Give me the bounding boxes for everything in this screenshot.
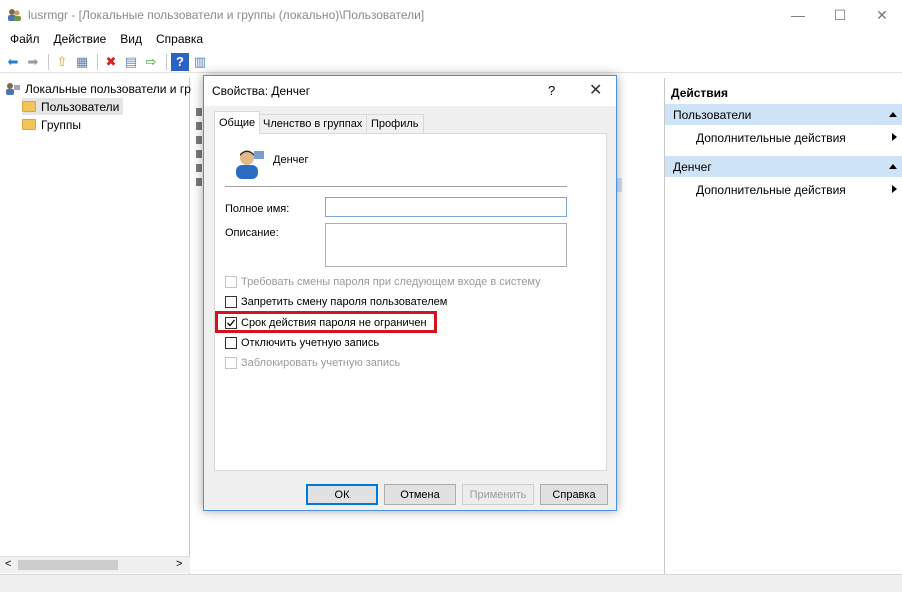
- dialog-title: Свойства: Денчег: [212, 84, 311, 98]
- collapse-icon[interactable]: [889, 112, 897, 117]
- toolbar-divider: [166, 53, 167, 70]
- full-name-label: Полное имя:: [225, 203, 290, 215]
- description-label: Описание:: [225, 227, 279, 239]
- tree-root[interactable]: Локальные пользователи и гр: [5, 80, 191, 97]
- show-hide-tree-icon[interactable]: ▦: [73, 53, 91, 71]
- app-users-icon: [8, 9, 21, 21]
- actions-section-users[interactable]: Пользователи: [665, 104, 902, 125]
- full-name-field[interactable]: [325, 197, 567, 217]
- menu-help[interactable]: Справка: [149, 30, 210, 50]
- scrollbar-thumb[interactable]: [18, 560, 118, 570]
- action-pane-icon[interactable]: ▥: [191, 53, 209, 71]
- properties-dialog: Свойства: Денчег ? ✕ Общие Членство в гр…: [203, 75, 617, 511]
- submenu-arrow-icon: [892, 133, 897, 141]
- tab-profile[interactable]: Профиль: [366, 114, 424, 133]
- dialog-help-button[interactable]: ?: [548, 83, 555, 98]
- status-bar: [0, 574, 902, 592]
- forward-arrow-icon[interactable]: ➡: [24, 53, 42, 71]
- checkbox-label: Запретить смену пароля пользователем: [241, 296, 448, 308]
- folder-icon: [22, 101, 36, 112]
- close-button[interactable]: ✕: [860, 0, 902, 30]
- collapse-icon[interactable]: [889, 164, 897, 169]
- title-bar: lusrmgr - [Локальные пользователи и груп…: [0, 0, 902, 30]
- properties-icon[interactable]: ▤: [122, 53, 140, 71]
- menu-view[interactable]: Вид: [113, 30, 149, 50]
- actions-header: Действия: [671, 86, 729, 100]
- tab-panel-general: Денчег Полное имя: Описание: Требовать с…: [214, 133, 607, 471]
- tree-item-label: Пользователи: [41, 99, 120, 114]
- user-name: Денчег: [273, 154, 309, 166]
- up-folder-icon[interactable]: ⇧: [53, 53, 71, 71]
- actions-section-label: Пользователи: [673, 108, 752, 122]
- help-icon[interactable]: ?: [171, 52, 189, 71]
- checkbox-box[interactable]: [225, 296, 237, 308]
- apply-button[interactable]: Применить: [462, 484, 534, 505]
- checkbox-box[interactable]: [225, 337, 237, 349]
- submenu-arrow-icon: [892, 185, 897, 193]
- export-list-icon[interactable]: ⇨: [142, 53, 160, 71]
- menu-bar: Файл Действие Вид Справка: [0, 30, 902, 50]
- menu-file[interactable]: Файл: [0, 30, 47, 50]
- help-button[interactable]: Справка: [540, 484, 608, 505]
- actions-item-label: Дополнительные действия: [696, 183, 846, 197]
- list-user-icons: [196, 108, 202, 188]
- back-arrow-icon[interactable]: ⬅: [4, 53, 22, 71]
- checkbox-cannot-change-password[interactable]: Запретить смену пароля пользователем: [225, 296, 447, 308]
- horizontal-scrollbar[interactable]: < >: [0, 556, 190, 573]
- cancel-button[interactable]: Отмена: [384, 484, 456, 505]
- tab-member-of[interactable]: Членство в группах: [258, 114, 368, 133]
- checkbox-label: Отключить учетную запись: [241, 337, 380, 349]
- dialog-title-bar: Свойства: Денчег ? ✕: [204, 76, 616, 106]
- toolbar: ⬅ ➡ ⇧ ▦ ✖ ▤ ⇨ ? ▥: [0, 51, 902, 73]
- toolbar-divider: [97, 53, 98, 70]
- red-highlight-box: [215, 311, 437, 333]
- actions-more-user[interactable]: Дополнительные действия: [665, 178, 902, 200]
- window-title: lusrmgr - [Локальные пользователи и груп…: [28, 8, 425, 22]
- tree-pane: Локальные пользователи и гр Пользователи…: [0, 78, 191, 574]
- tab-general[interactable]: Общие: [214, 111, 261, 134]
- tree-item-groups[interactable]: Группы: [22, 116, 81, 133]
- maximize-button[interactable]: ☐: [818, 0, 862, 30]
- actions-item-label: Дополнительные действия: [696, 131, 846, 145]
- user-avatar-icon: [236, 150, 264, 179]
- checkbox-must-change-password[interactable]: Требовать смены пароля при следующем вхо…: [225, 276, 541, 288]
- actions-section-user[interactable]: Денчег: [665, 156, 902, 177]
- toolbar-divider: [48, 53, 49, 70]
- actions-section-label: Денчег: [673, 160, 712, 174]
- delete-icon[interactable]: ✖: [102, 53, 120, 71]
- tree-root-label: Локальные пользователи и гр: [25, 81, 191, 96]
- scroll-right-arrow[interactable]: >: [176, 558, 182, 570]
- folder-icon: [22, 119, 36, 130]
- minimize-button[interactable]: —: [776, 0, 820, 30]
- divider: [225, 186, 567, 187]
- tree-item-users[interactable]: Пользователи: [22, 98, 123, 115]
- checkbox-account-locked[interactable]: Заблокировать учетную запись: [225, 357, 400, 369]
- checkbox-box[interactable]: [225, 276, 237, 288]
- computer-users-icon: [6, 82, 20, 95]
- checkbox-account-disabled[interactable]: Отключить учетную запись: [225, 337, 379, 349]
- actions-more-users[interactable]: Дополнительные действия: [665, 126, 902, 148]
- dialog-close-button[interactable]: ✕: [589, 80, 602, 100]
- checkbox-box[interactable]: [225, 357, 237, 369]
- checkbox-label: Заблокировать учетную запись: [241, 357, 401, 369]
- scroll-left-arrow[interactable]: <: [5, 558, 11, 570]
- actions-pane: Действия Пользователи Дополнительные дей…: [664, 78, 902, 574]
- checkbox-label: Требовать смены пароля при следующем вхо…: [241, 276, 541, 288]
- menu-action[interactable]: Действие: [47, 30, 114, 50]
- tree-item-label: Группы: [41, 117, 81, 132]
- ok-button[interactable]: ОК: [306, 484, 378, 505]
- description-field[interactable]: [325, 223, 567, 267]
